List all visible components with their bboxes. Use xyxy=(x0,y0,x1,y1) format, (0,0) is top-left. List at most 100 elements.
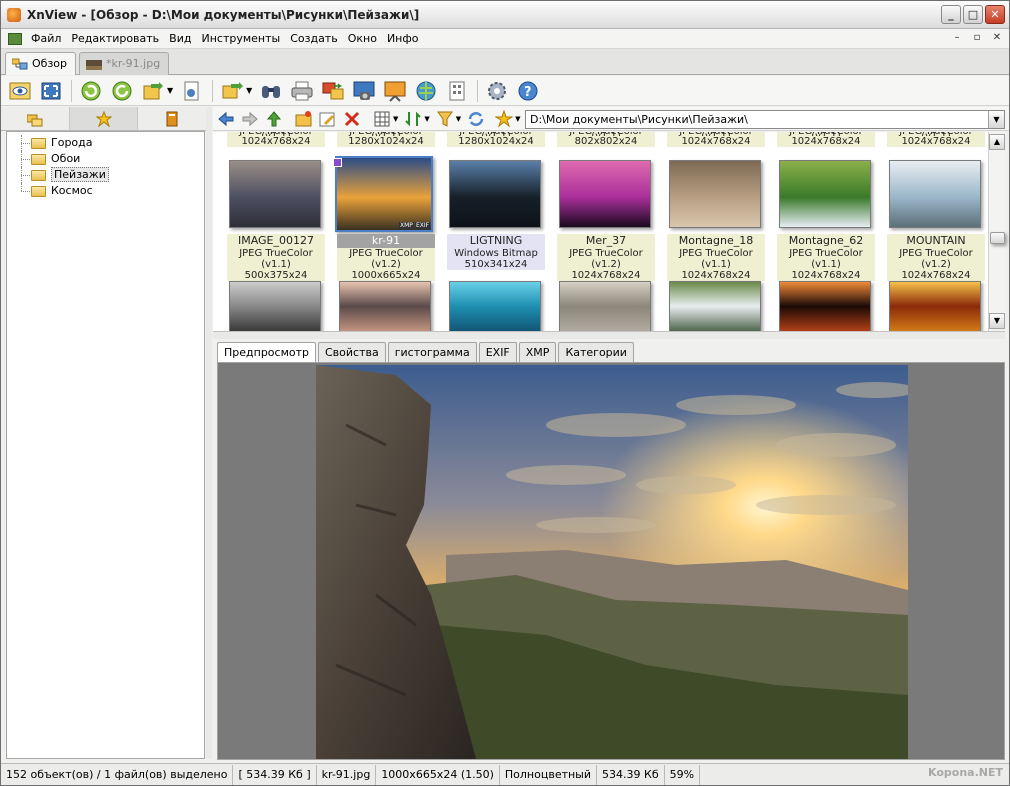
xnview-app-icon[interactable] xyxy=(7,7,21,22)
tab-preview[interactable]: Предпросмотр xyxy=(217,342,316,363)
menu-window[interactable]: Окно xyxy=(343,29,382,49)
thumbnail-image[interactable] xyxy=(229,160,321,228)
thumbnail-image[interactable] xyxy=(559,160,651,228)
minimize-button[interactable]: _ xyxy=(941,5,961,24)
thumbnail-image[interactable] xyxy=(449,160,541,228)
binoculars-icon[interactable] xyxy=(260,80,282,102)
thumbnail-image[interactable] xyxy=(669,281,761,331)
menu-file[interactable]: Файл xyxy=(26,29,66,49)
thumbnail-cell[interactable]: MOUNTAIN JPEG TrueColor (v1.2) 1024x768x24 xyxy=(887,234,985,281)
thumbnails-icon[interactable] xyxy=(446,80,468,102)
menu-edit[interactable]: Редактировать xyxy=(66,29,164,49)
tab-catalog[interactable] xyxy=(138,107,208,130)
close-button[interactable]: ✕ xyxy=(985,5,1005,24)
thumbnail-cell-top[interactable]: JPEG TrueColor (v1.1)802x802x24 xyxy=(557,132,655,147)
mdi-close-button[interactable]: ✕ xyxy=(989,31,1005,45)
thumbnail-cell-top[interactable]: JPEG TrueColor (v1.1)1280x1024x24 xyxy=(447,132,545,147)
convert-icon[interactable] xyxy=(142,80,164,102)
tab-browser[interactable]: Обзор xyxy=(5,52,77,75)
thumbnail-image[interactable] xyxy=(335,156,433,232)
tab-image[interactable]: *kr-91.jpg xyxy=(79,52,170,75)
new-folder-icon[interactable] xyxy=(295,110,313,128)
document-tabs: Обзор *kr-91.jpg xyxy=(1,49,1009,75)
vertical-splitter[interactable] xyxy=(206,107,212,759)
tab-folders[interactable] xyxy=(1,107,70,130)
reload-icon[interactable] xyxy=(111,80,133,102)
thumbnail-cell-top[interactable]: JPEG TrueColor (v1.1)1024x768x24 xyxy=(667,132,765,147)
print-icon[interactable] xyxy=(291,80,313,102)
browser-scrollbar[interactable]: ▲ ▼ xyxy=(988,132,1005,331)
tab-categories[interactable]: Категории xyxy=(558,342,634,362)
favorites-star-icon[interactable] xyxy=(494,108,514,128)
thumbnail-cell-top[interactable]: JPEG TrueColor (v1.1)1024x768x24 xyxy=(887,132,985,147)
tree-item-space[interactable]: Космос xyxy=(7,183,204,199)
scroll-up-button[interactable]: ▲ xyxy=(989,134,1005,150)
thumbnail-cell[interactable]: IMAGE_00127 JPEG TrueColor (v1.1) 500x375x… xyxy=(227,234,325,281)
menu-tools[interactable]: Инструменты xyxy=(196,29,285,49)
thumbnail-cell-top[interactable]: JPEG TrueColor (v1.1)1024x768x24 xyxy=(227,132,325,147)
sort-icon[interactable] xyxy=(404,110,422,128)
fullscreen-icon[interactable] xyxy=(40,80,62,102)
view-mode-icon[interactable] xyxy=(9,80,31,102)
web-icon[interactable] xyxy=(415,80,437,102)
thumbnail-image[interactable] xyxy=(779,281,871,331)
file-info-icon[interactable] xyxy=(181,80,203,102)
path-dropdown-button[interactable]: ▼ xyxy=(988,111,1004,128)
thumbnail-image[interactable] xyxy=(669,160,761,228)
thumbnail-image[interactable] xyxy=(339,281,431,331)
rename-icon[interactable] xyxy=(319,110,337,128)
status-colors: Полноцветный xyxy=(500,764,598,785)
thumbnail-image[interactable] xyxy=(889,281,981,331)
help-icon[interactable]: ? xyxy=(517,80,539,102)
preview-image[interactable] xyxy=(316,365,908,759)
thumbnail-cell[interactable]: Mer_37 JPEG TrueColor (v1.2) 1024x768x24 xyxy=(557,234,655,281)
refresh-icon[interactable] xyxy=(80,80,102,102)
thumbnail-cell[interactable]: Montagne_62 JPEG TrueColor (v1.1) 1024x768… xyxy=(777,234,875,281)
thumbnail-cell-top[interactable]: JPEG TrueColor (v1.1)1024x768x24 xyxy=(777,132,875,147)
capture-icon[interactable] xyxy=(353,80,375,102)
maximize-button[interactable]: □ xyxy=(963,5,983,24)
thumbnail-image[interactable] xyxy=(229,281,321,331)
view-grid-icon[interactable] xyxy=(373,110,391,128)
mdi-controls: – ▫ ✕ xyxy=(949,31,1005,45)
copy-move-icon[interactable] xyxy=(221,80,244,102)
menu-create[interactable]: Создать xyxy=(285,29,343,49)
tab-favorites[interactable] xyxy=(69,107,139,130)
menu-info[interactable]: Инфо xyxy=(382,29,424,49)
filter-icon[interactable] xyxy=(436,110,454,128)
delete-icon[interactable] xyxy=(343,110,361,128)
tab-properties[interactable]: Свойства xyxy=(318,342,386,362)
thumbnail-image[interactable] xyxy=(559,281,651,331)
scroll-thumb[interactable] xyxy=(990,232,1005,244)
thumbnail-cell-top[interactable]: JPEG TrueColor (v1.1)1280x1024x24 xyxy=(337,132,435,147)
up-folder-icon[interactable] xyxy=(265,110,283,128)
status-bar: 152 объект(ов) / 1 файл(ов) выделено [ 5… xyxy=(1,763,1009,785)
mdi-minimize-button[interactable]: – xyxy=(949,31,965,45)
forward-arrow-icon[interactable] xyxy=(241,110,259,128)
thumbnail-cell[interactable]: Montagne_18 JPEG TrueColor (v1.1) 1024x768… xyxy=(667,234,765,281)
thumbnail-image[interactable] xyxy=(779,160,871,228)
thumbnail-format: JPEG TrueColor (v1.1) xyxy=(667,248,765,270)
slideshow-icon[interactable] xyxy=(384,80,406,102)
tab-xmp[interactable]: XMP xyxy=(518,342,557,362)
thumbnail-cell[interactable]: LIGTNING Windows Bitmap 510x341x24 xyxy=(447,234,545,270)
thumbnail-image[interactable] xyxy=(449,281,541,331)
tree-item-wallpapers[interactable]: Обои xyxy=(7,151,204,167)
mdi-restore-button[interactable]: ▫ xyxy=(969,31,985,45)
tab-exif[interactable]: EXIF xyxy=(478,342,517,362)
menu-view[interactable]: Вид xyxy=(164,29,196,49)
tree-item-landscapes[interactable]: Пейзажи xyxy=(7,167,204,183)
thumbnail-cell[interactable]: kr-91 JPEG TrueColor (v1.2) 1000x665x24 xyxy=(337,234,435,281)
thumbnail-image[interactable] xyxy=(889,160,981,228)
batch-icon[interactable] xyxy=(322,80,344,102)
sync-icon[interactable] xyxy=(467,110,485,128)
settings-icon[interactable] xyxy=(486,80,508,102)
tree-item-cities[interactable]: Города xyxy=(7,135,204,151)
tab-histogram[interactable]: гистограмма xyxy=(387,342,477,362)
path-field[interactable]: D:\Мои документы\Рисунки\Пейзажи\ ▼ xyxy=(525,110,1005,129)
back-arrow-icon[interactable] xyxy=(217,110,235,128)
scroll-down-button[interactable]: ▼ xyxy=(989,313,1005,329)
title-bar[interactable]: XnView - [Обзор - D:\Мои документы\Рисун… xyxy=(1,1,1009,29)
horizontal-splitter[interactable] xyxy=(213,331,1005,339)
document-icon[interactable] xyxy=(8,32,22,45)
